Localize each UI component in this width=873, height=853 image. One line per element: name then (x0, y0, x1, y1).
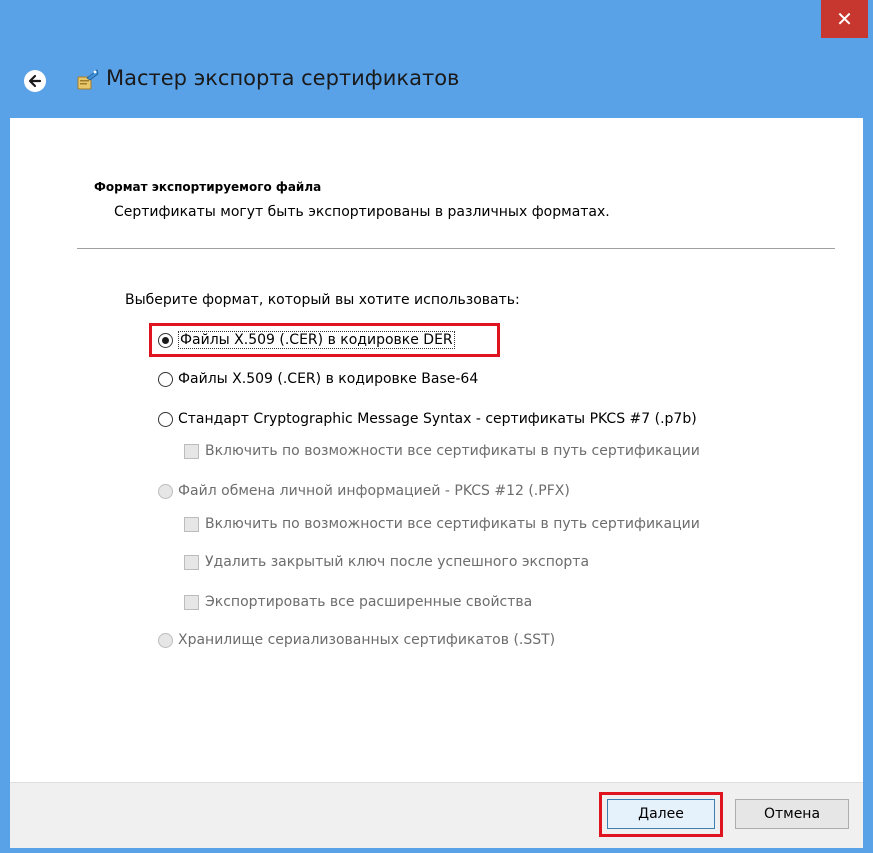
divider (77, 248, 835, 249)
wizard-footer: Далее Отмена (10, 782, 863, 848)
format-prompt: Выберите формат, который вы хотите испол… (125, 292, 520, 308)
radio-pkcs7-label: Стандарт Cryptographic Message Syntax - … (178, 411, 697, 427)
checkbox-export-extended-properties-label: Экспортировать все расширенные свойства (205, 594, 533, 610)
wizard-header: Мастер экспорта сертификатов (0, 38, 873, 118)
checkbox-pkcs7-include-all-label: Включить по возможности все сертификаты … (205, 443, 700, 459)
section-title: Формат экспортируемого файла (94, 180, 322, 194)
close-icon: ✕ (836, 7, 853, 31)
cancel-button-label: Отмена (763, 806, 821, 822)
checkbox-pkcs7-include-all[interactable]: Включить по возможности все сертификаты … (184, 441, 700, 461)
next-button[interactable]: Далее (607, 799, 715, 829)
checkbox[interactable] (184, 516, 199, 532)
back-arrow-icon (28, 74, 42, 88)
radio-sst-label: Хранилище сериализованных сертификатов (… (178, 632, 556, 648)
radio-pfx[interactable]: Файл обмена личной информацией - PKCS #1… (158, 481, 570, 501)
checkbox[interactable] (184, 594, 199, 610)
radio-sst[interactable]: Хранилище сериализованных сертификатов (… (158, 630, 555, 650)
radio-button[interactable] (158, 483, 173, 499)
checkbox-delete-private-key[interactable]: Удалить закрытый ключ после успешного эк… (184, 552, 589, 572)
radio-base64-label: Файлы X.509 (.CER) в кодировке Base-64 (178, 371, 479, 387)
radio-button-checked[interactable] (158, 332, 173, 348)
next-button-label: Далее (638, 806, 684, 822)
wizard-window: ✕ Мастер экспорта сертификатов Формат эк… (0, 0, 873, 853)
radio-der[interactable]: Файлы X.509 (.CER) в кодировке DER (158, 330, 455, 350)
checkbox[interactable] (184, 443, 199, 459)
checkbox-delete-private-key-label: Удалить закрытый ключ после успешного эк… (205, 554, 590, 570)
cancel-button[interactable]: Отмена (735, 799, 849, 829)
close-button[interactable]: ✕ (821, 0, 868, 38)
radio-base64[interactable]: Файлы X.509 (.CER) в кодировке Base-64 (158, 369, 478, 389)
checkbox-pfx-include-all[interactable]: Включить по возможности все сертификаты … (184, 514, 700, 534)
radio-pfx-label: Файл обмена личной информацией - PKCS #1… (178, 483, 570, 499)
back-button[interactable] (24, 70, 46, 92)
section-description: Сертификаты могут быть экспортированы в … (114, 204, 610, 220)
radio-pkcs7[interactable]: Стандарт Cryptographic Message Syntax - … (158, 409, 697, 429)
checkbox-export-extended-properties[interactable]: Экспортировать все расширенные свойства (184, 592, 532, 612)
checkbox-pfx-include-all-label: Включить по возможности все сертификаты … (205, 516, 700, 532)
radio-button[interactable] (158, 632, 173, 648)
radio-button[interactable] (158, 411, 173, 427)
radio-der-label: Файлы X.509 (.CER) в кодировке DER (178, 331, 455, 349)
checkbox[interactable] (184, 554, 199, 570)
radio-button[interactable] (158, 371, 173, 387)
wizard-title: Мастер экспорта сертификатов (106, 66, 460, 90)
wizard-content: Формат экспортируемого файла Сертификаты… (10, 118, 863, 782)
certificate-wizard-icon (76, 68, 100, 92)
